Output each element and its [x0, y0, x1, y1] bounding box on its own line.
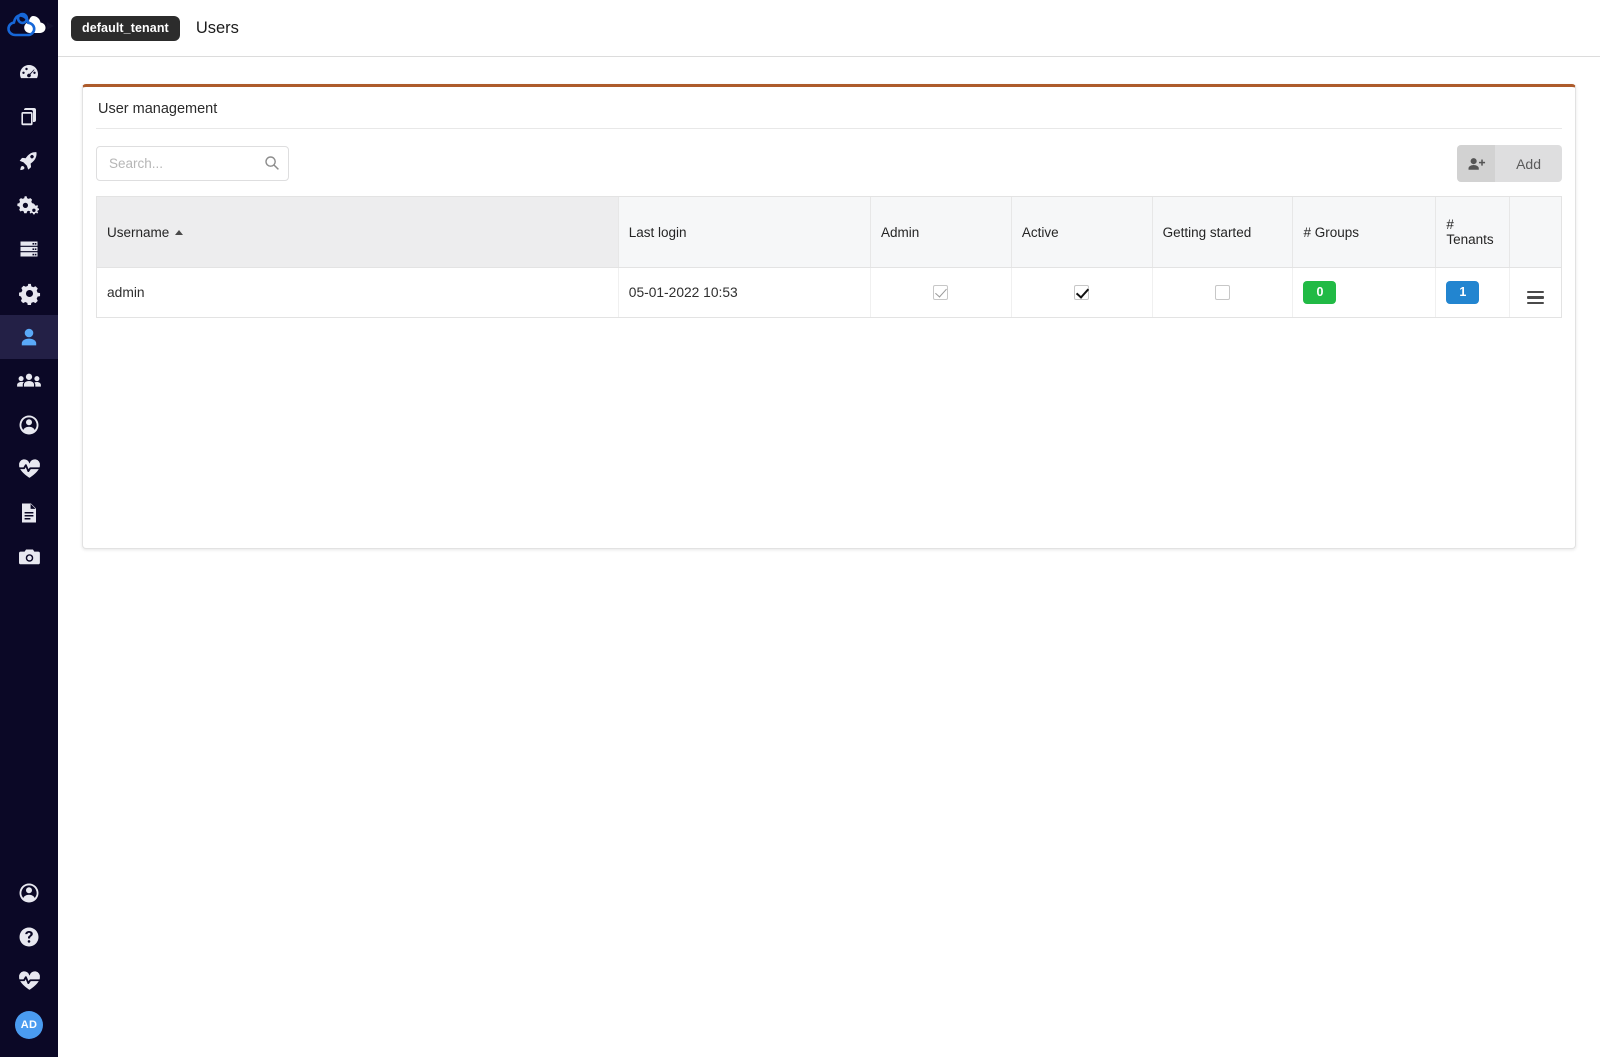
column-header-getting-started[interactable]: Getting started [1151, 196, 1293, 268]
add-button[interactable]: Add [1495, 145, 1562, 182]
sidebar: AD [0, 0, 58, 1057]
sidebar-item-users[interactable] [0, 315, 58, 359]
search-input[interactable] [96, 146, 289, 181]
getting-started-checkbox[interactable] [1215, 285, 1231, 301]
cell-tenants: 1 [1435, 267, 1510, 318]
column-header-tenants[interactable]: # Tenants [1435, 196, 1510, 268]
cell-groups: 0 [1292, 267, 1436, 318]
hamburger-menu-icon[interactable] [1527, 290, 1545, 304]
sidebar-item-blueprints[interactable] [0, 95, 58, 139]
groups-count-badge[interactable]: 0 [1303, 281, 1337, 304]
page-content: User management Search... Add Username L… [58, 57, 1600, 549]
column-header-groups[interactable]: # Groups [1292, 196, 1436, 268]
sidebar-item-user-groups[interactable] [0, 359, 58, 403]
users-table-head: Username Last login Admin Active Getting… [96, 196, 1562, 268]
users-table-body: admin 05-01-2022 10:53 0 1 [96, 267, 1562, 318]
topbar: default_tenant Users [58, 0, 1600, 57]
page-title: Users [195, 18, 239, 37]
card-title: User management [96, 87, 1562, 129]
cell-actions [1509, 267, 1562, 318]
user-management-card: User management Search... Add Username L… [82, 84, 1576, 549]
sidebar-item-snapshots[interactable] [0, 535, 58, 579]
column-header-actions [1509, 196, 1562, 268]
tenants-count-badge[interactable]: 1 [1446, 281, 1480, 304]
table-header-row: Username Last login Admin Active Getting… [96, 196, 1562, 268]
add-user-icon[interactable] [1457, 145, 1496, 182]
cell-username: admin [96, 267, 619, 318]
sidebar-item-health[interactable] [0, 447, 58, 491]
column-header-username[interactable]: Username [96, 196, 619, 268]
search-box [96, 146, 289, 181]
sidebar-item-dashboard[interactable] [0, 51, 58, 95]
column-header-admin[interactable]: Admin [870, 196, 1012, 268]
column-label-username: Username [107, 224, 170, 240]
users-table: Username Last login Admin Active Getting… [96, 196, 1562, 318]
sidebar-item-deployments[interactable] [0, 139, 58, 183]
table-toolbar: Add [96, 129, 1562, 196]
cell-admin [870, 267, 1012, 318]
table-row[interactable]: admin 05-01-2022 10:53 0 1 [96, 267, 1562, 318]
sidebar-item-settings[interactable] [0, 271, 58, 315]
sidebar-item-avatar[interactable]: AD [0, 1003, 58, 1047]
column-header-last-login[interactable]: Last login [617, 196, 871, 268]
cloudify-logo[interactable] [0, 0, 58, 51]
sidebar-item-logs[interactable] [0, 491, 58, 535]
column-header-active[interactable]: Active [1010, 196, 1153, 268]
app-root: AD default_tenant Users User management [0, 0, 1600, 1057]
sidebar-item-executions[interactable] [0, 183, 58, 227]
avatar: AD [15, 1011, 43, 1039]
cell-active [1010, 267, 1153, 318]
sidebar-item-tenants[interactable] [0, 403, 58, 447]
cell-getting-started [1151, 267, 1293, 318]
sidebar-nav-bottom: AD [0, 871, 58, 1047]
sort-ascending-icon [175, 229, 184, 235]
active-checkbox[interactable] [1074, 285, 1090, 301]
cell-last-login: 05-01-2022 10:53 [617, 267, 871, 318]
sidebar-item-help[interactable] [0, 915, 58, 959]
sidebar-item-account[interactable] [0, 871, 58, 915]
admin-checkbox[interactable] [933, 285, 949, 301]
main-area: default_tenant Users User management Sea… [58, 0, 1600, 1057]
sidebar-item-system[interactable] [0, 227, 58, 271]
tenant-chip[interactable]: default_tenant [71, 15, 180, 41]
sidebar-item-status[interactable] [0, 959, 58, 1003]
sidebar-nav-top [0, 51, 58, 579]
add-user-control: Add [1457, 145, 1562, 182]
